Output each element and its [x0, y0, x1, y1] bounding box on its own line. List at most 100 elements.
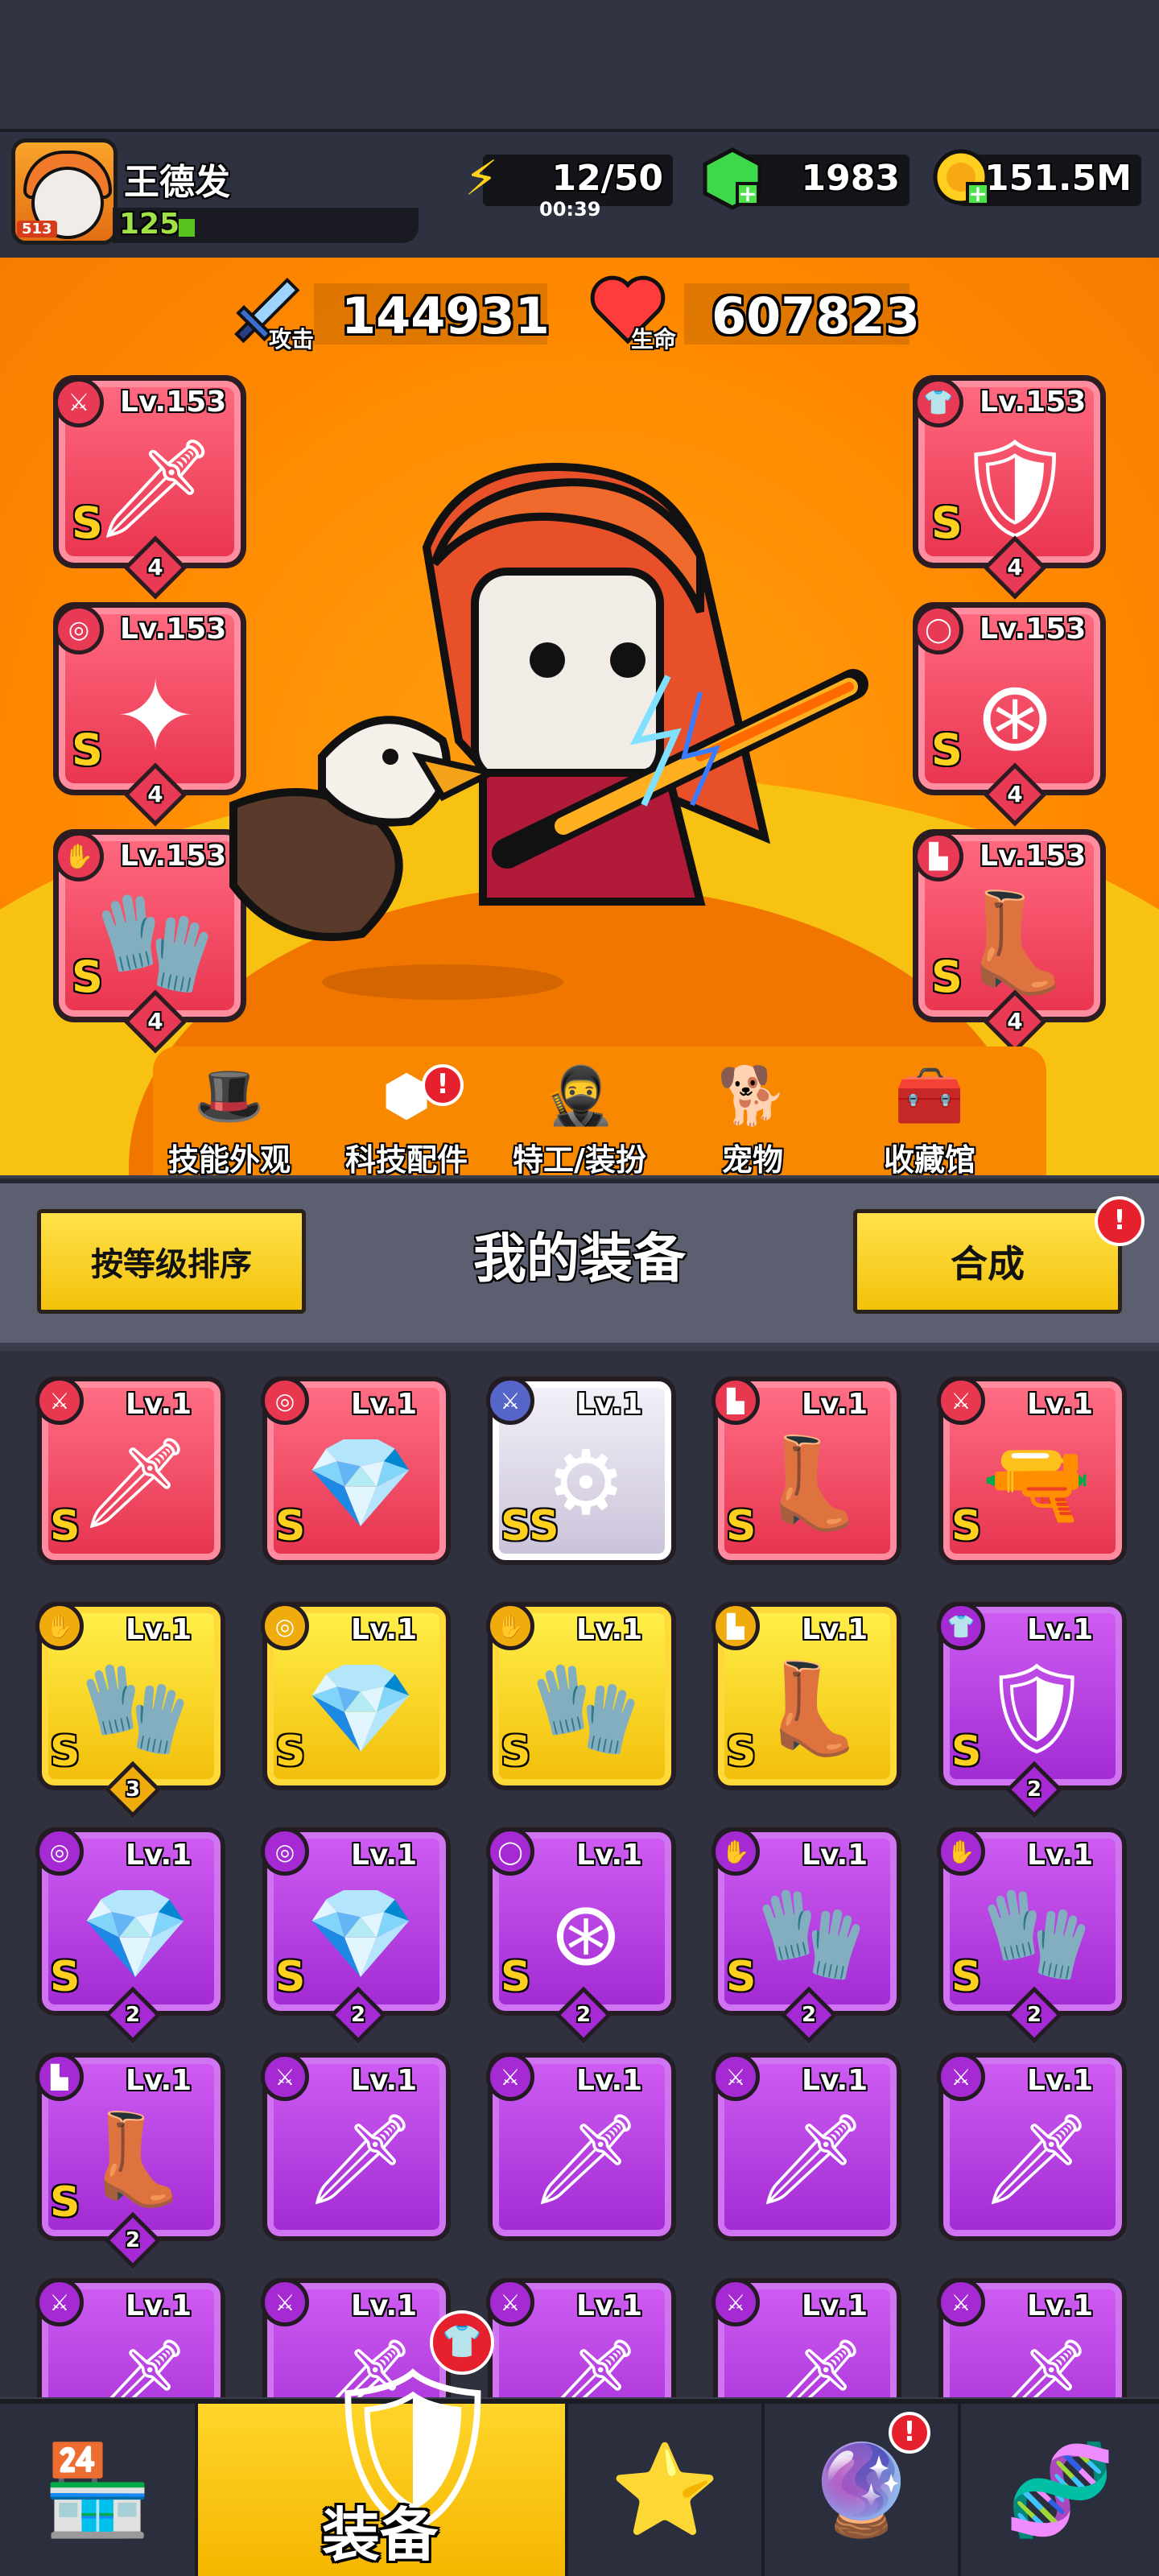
- necklace-icon: 💎: [305, 1881, 416, 1985]
- gem-value: 1983: [801, 158, 900, 199]
- energy-value: 12/50: [551, 158, 663, 199]
- equipped-belt-slot[interactable]: ◯ Lv.153 ⊛ S 4: [913, 602, 1106, 827]
- item-rarity: S: [951, 1502, 982, 1550]
- inventory-item[interactable]: ▙ Lv.1 👢 S: [711, 1602, 901, 1790]
- inventory-item[interactable]: ▙ Lv.1 👢 S: [711, 1377, 901, 1565]
- equipped-level: Lv.153: [120, 386, 227, 419]
- inventory-item[interactable]: 👕 Lv.1 🛡 S 2: [937, 1602, 1127, 1818]
- item-level: Lv.1: [576, 1613, 643, 1646]
- inventory-grid: ⚔ Lv.1 🗡 S ◎ Lv.1 💎 S ⚔ Lv.1 ⚙ SS ▙ Lv.1 👢 S ⚔ Lv.1 🔫 S ✋ Lv.…: [0, 1351, 1159, 2397]
- coin-icon[interactable]: +: [929, 145, 996, 213]
- inventory-item[interactable]: ✋ Lv.1 🧤 S: [486, 1602, 676, 1790]
- inventory-item[interactable]: ⚔ Lv.1 🗡: [261, 2053, 451, 2241]
- inventory-item[interactable]: ✋ Lv.1 🧤 S 2: [937, 1827, 1127, 2044]
- life-stat: 607823: [684, 283, 920, 345]
- item-level: Lv.1: [576, 2064, 643, 2097]
- equipped-armor-slot[interactable]: 👕 Lv.153 🛡 S 4: [913, 375, 1106, 600]
- dna-capsule-icon: 🧬: [1004, 2438, 1116, 2541]
- gacha-alert: !: [889, 2412, 930, 2454]
- item-level: Lv.1: [351, 1388, 418, 1421]
- star-count: 4: [1007, 1008, 1023, 1034]
- tab-collection[interactable]: 🧰 收藏馆: [853, 1063, 1006, 1178]
- tab-agent[interactable]: 🥷 特工/装扮: [503, 1063, 656, 1178]
- item-rarity: S: [726, 1728, 757, 1776]
- item-level: Lv.1: [126, 1613, 192, 1646]
- hero-character[interactable]: [217, 451, 877, 1014]
- nav-gacha[interactable]: 🔮: [765, 2404, 961, 2576]
- inventory-item[interactable]: ◎ Lv.1 💎 S: [261, 1602, 451, 1790]
- nav-battle[interactable]: ⭐: [568, 2404, 765, 2576]
- shop-icon: 🏪: [42, 2438, 153, 2541]
- sort-by-level-button[interactable]: 按等级排序: [37, 1209, 306, 1314]
- inventory-item[interactable]: ◎ Lv.1 💎 S: [261, 1377, 451, 1565]
- item-type-icon: 👕: [937, 1602, 985, 1650]
- xp-fill: [179, 219, 195, 237]
- inventory-item[interactable]: ◎ Lv.1 💎 S 2: [261, 1827, 451, 2044]
- inventory-item[interactable]: ⚔ Lv.1 🗡: [486, 2278, 676, 2397]
- collection-icon: 🧰: [894, 1063, 965, 1129]
- kunai-icon: 🗡: [755, 2332, 868, 2398]
- inventory-item[interactable]: ⚔ Lv.1 🗡 S: [35, 1377, 225, 1565]
- star-count: 4: [147, 1008, 163, 1034]
- inventory-item[interactable]: ⚔ Lv.1 🗡: [711, 2278, 901, 2398]
- item-type-icon: ✋: [937, 1827, 985, 1876]
- star-count: 2: [350, 2003, 366, 2027]
- belt-type-icon: ◯: [914, 605, 963, 654]
- heart-icon: 生命: [588, 270, 676, 359]
- inventory-item[interactable]: ⚔ Lv.1 ⚙ SS: [486, 1377, 676, 1565]
- star-count: 2: [125, 2228, 141, 2252]
- necklace-icon: 💎: [305, 1430, 416, 1534]
- star-count: 2: [575, 2003, 592, 2027]
- inventory-item[interactable]: ⚔ Lv.1 🗡: [711, 2053, 901, 2241]
- pet-icon: 🐕: [717, 1063, 788, 1129]
- inventory-item[interactable]: ◎ Lv.1 💎 S 2: [35, 1827, 225, 2044]
- inventory-item[interactable]: ◯ Lv.1 ⊛ S 2: [486, 1827, 676, 2044]
- boot-icon: 👢: [756, 1430, 867, 1534]
- tab-pet[interactable]: 🐕 宠物: [676, 1063, 829, 1178]
- item-rarity: S: [50, 1728, 80, 1776]
- kunai-icon: 🗡: [79, 2332, 192, 2398]
- inventory-item[interactable]: ⚔ Lv.1 🗡: [35, 2278, 225, 2398]
- sword-icon: 攻击: [225, 270, 314, 359]
- life-value: 607823: [711, 287, 920, 345]
- item-type-icon: ✋: [486, 1602, 534, 1650]
- glove-type-icon: ✋: [54, 832, 104, 881]
- item-type-icon: ◎: [261, 1377, 309, 1425]
- rarity-label: S: [72, 724, 103, 775]
- boot-type-icon: ▙: [914, 832, 963, 881]
- gem-icon[interactable]: +: [699, 145, 766, 213]
- nav-lab[interactable]: 🧬: [961, 2404, 1159, 2576]
- item-level: Lv.1: [351, 1839, 418, 1872]
- inventory-item[interactable]: ⚔ Lv.1 🔫 S: [937, 1377, 1127, 1565]
- item-type-icon: ⚔: [35, 2278, 84, 2326]
- inventory-item[interactable]: ✋ Lv.1 🧤 S 3: [35, 1602, 225, 1818]
- item-type-icon: ⚔: [486, 2053, 534, 2101]
- item-level: Lv.1: [802, 1388, 868, 1421]
- item-type-icon: ⚔: [35, 1377, 84, 1425]
- svg-text:+: +: [968, 180, 987, 207]
- item-rarity: SS: [501, 1502, 559, 1550]
- inventory-item[interactable]: ⚔ Lv.1 🗡: [937, 2053, 1127, 2241]
- star-count: 2: [1026, 1777, 1042, 1802]
- inventory-item[interactable]: ▙ Lv.1 👢 S 2: [35, 2053, 225, 2269]
- rarity-label: S: [72, 497, 103, 548]
- energy-timer: 00:39: [539, 198, 601, 221]
- equipped-level: Lv.153: [120, 613, 227, 646]
- inventory-item[interactable]: ⚔ Lv.1 🗡: [486, 2053, 676, 2241]
- item-rarity: S: [501, 1728, 531, 1776]
- lightning-icon[interactable]: ⚡: [448, 145, 515, 213]
- player-avatar[interactable]: 513: [11, 138, 118, 245]
- nav-shop[interactable]: 🏪: [0, 2404, 198, 2576]
- merge-button[interactable]: 合成: [853, 1209, 1122, 1314]
- belt-icon: ⊛: [548, 1882, 624, 1985]
- item-type-icon: ⚔: [711, 2053, 760, 2101]
- tab-skill-skin[interactable]: 🎩 技能外观: [153, 1063, 306, 1178]
- item-level: Lv.1: [576, 1839, 643, 1872]
- kunai-icon: 🗡: [755, 2107, 868, 2211]
- inventory-item[interactable]: ✋ Lv.1 🧤 S 2: [711, 1827, 901, 2044]
- inventory-item[interactable]: ⚔ Lv.1 🗡: [937, 2278, 1127, 2397]
- attack-value: 144931: [341, 287, 550, 345]
- star-count: 3: [125, 1777, 141, 1802]
- star-count: 4: [1007, 554, 1023, 580]
- equipped-boots-slot[interactable]: ▙ Lv.153 👢 S 4: [913, 829, 1106, 1054]
